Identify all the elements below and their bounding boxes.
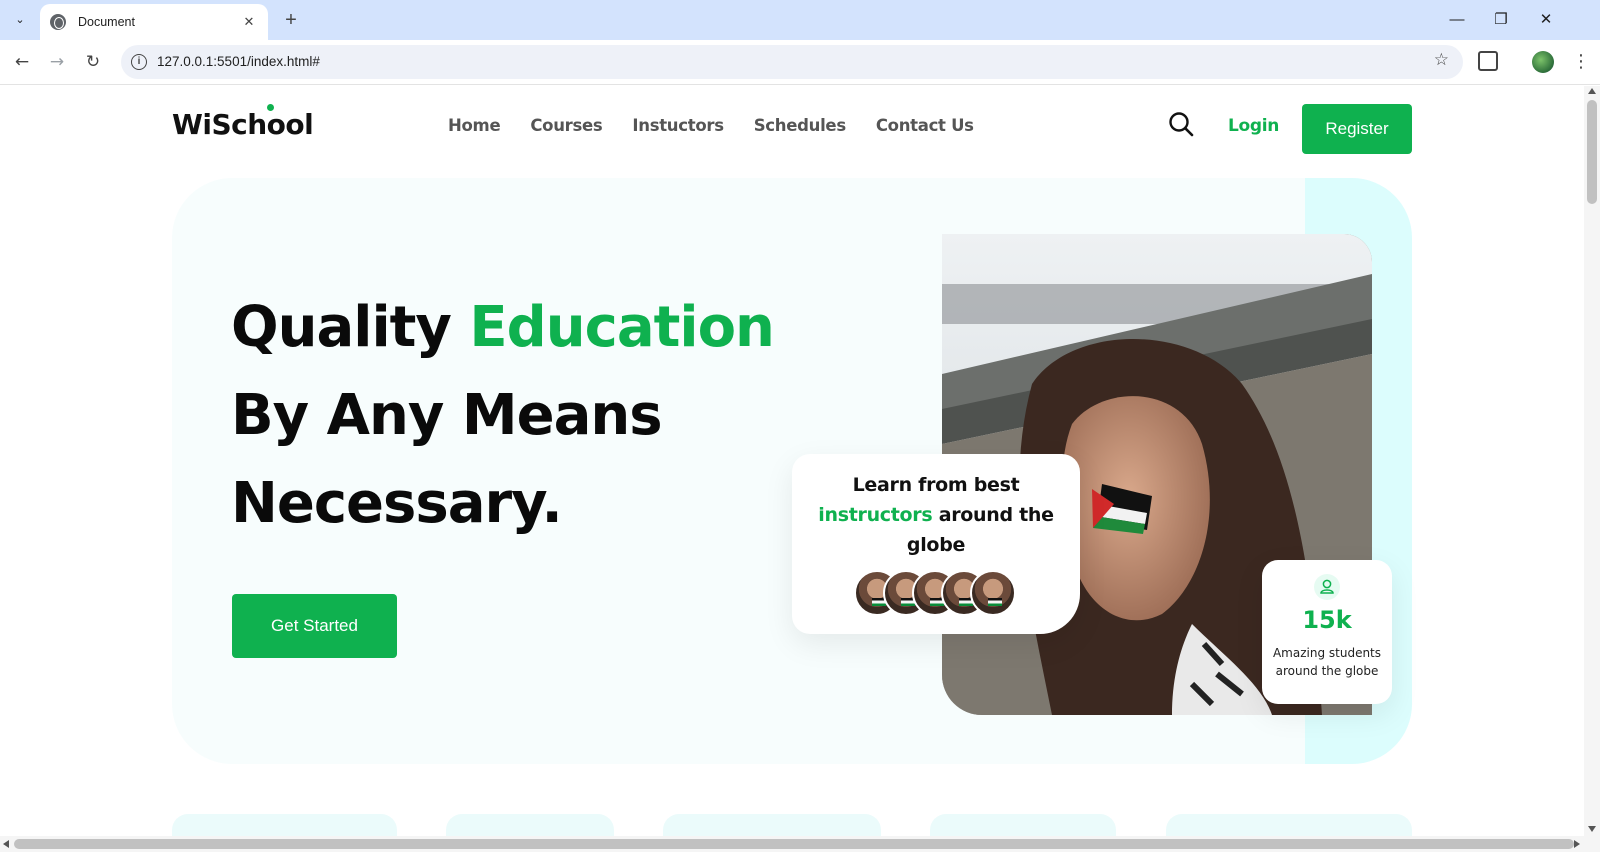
address-bar[interactable]: i 127.0.0.1:5501/index.html# ☆ xyxy=(121,45,1463,79)
browser-tab[interactable]: Document ✕ xyxy=(40,4,268,40)
get-started-button[interactable]: Get Started xyxy=(232,594,397,658)
instructors-card: Learn from best instructors around the g… xyxy=(792,454,1080,634)
globe-icon xyxy=(50,14,66,30)
headline-line3: Necessary. xyxy=(231,471,563,536)
nav-contact[interactable]: Contact Us xyxy=(876,116,974,135)
address-url[interactable]: 127.0.0.1:5501/index.html# xyxy=(157,54,320,69)
scroll-left-arrow-icon[interactable] xyxy=(3,840,9,848)
feature-tile xyxy=(446,814,614,836)
minimize-button[interactable]: — xyxy=(1442,8,1472,32)
headline-accent: Education xyxy=(469,295,774,360)
browser-toolbar: ← → ↻ i 127.0.0.1:5501/index.html# ☆ ⋮ xyxy=(0,40,1600,85)
scroll-right-arrow-icon[interactable] xyxy=(1574,840,1580,848)
extensions-icon[interactable] xyxy=(1478,51,1498,71)
browser-menu-icon[interactable]: ⋮ xyxy=(1572,50,1590,74)
horizontal-scrollbar[interactable] xyxy=(0,836,1600,852)
hero-headline: Quality Education By Any Means Necessary… xyxy=(231,284,775,548)
restore-button[interactable]: ❐ xyxy=(1486,8,1516,32)
feature-tile xyxy=(663,814,881,836)
scroll-down-arrow-icon[interactable] xyxy=(1588,826,1596,832)
feature-tile xyxy=(1166,814,1412,836)
site-logo[interactable]: WiSchool xyxy=(172,104,314,141)
tab-close-icon[interactable]: ✕ xyxy=(240,15,258,30)
horizontal-scroll-thumb[interactable] xyxy=(14,839,1574,849)
vertical-scrollbar[interactable] xyxy=(1584,86,1600,836)
students-label: Amazing students around the globe xyxy=(1272,646,1382,678)
instructors-card-line1: Learn from best xyxy=(852,474,1020,496)
headline-part1: Quality xyxy=(231,295,470,360)
tab-search-icon[interactable]: ⌄ xyxy=(8,7,32,31)
main-nav: Home Courses Instuctors Schedules Contac… xyxy=(448,116,1004,135)
forward-button[interactable]: → xyxy=(45,50,69,74)
login-link[interactable]: Login xyxy=(1228,116,1279,136)
students-count: 15k xyxy=(1302,606,1352,634)
reload-button[interactable]: ↻ xyxy=(81,50,105,74)
register-button[interactable]: Register xyxy=(1302,104,1412,154)
logo-text: WiSchool xyxy=(172,108,314,141)
user-icon xyxy=(1314,574,1340,600)
back-button[interactable]: ← xyxy=(10,50,34,74)
site-info-icon[interactable]: i xyxy=(131,54,147,70)
bookmark-star-icon[interactable]: ☆ xyxy=(1434,50,1449,70)
tab-title: Document xyxy=(78,15,135,29)
feature-tile xyxy=(930,814,1116,836)
logo-dot xyxy=(267,104,274,111)
nav-instructors[interactable]: Instuctors xyxy=(632,116,724,135)
window-close-button[interactable]: ✕ xyxy=(1531,8,1561,32)
page-viewport: WiSchool Home Courses Instuctors Schedul… xyxy=(0,86,1584,836)
instructors-card-text: Learn from best instructors around the g… xyxy=(812,470,1060,560)
nav-courses[interactable]: Courses xyxy=(530,116,602,135)
headline-line2: By Any Means xyxy=(231,383,663,448)
vertical-scroll-thumb[interactable] xyxy=(1587,100,1597,204)
instructors-card-accent: instructors xyxy=(818,504,933,526)
profile-avatar[interactable] xyxy=(1532,51,1554,73)
nav-home[interactable]: Home xyxy=(448,116,501,135)
feature-tile xyxy=(172,814,397,836)
scroll-up-arrow-icon[interactable] xyxy=(1588,88,1596,94)
browser-tabstrip: ⌄ Document ✕ + — ❐ ✕ xyxy=(0,0,1600,40)
nav-schedules[interactable]: Schedules xyxy=(754,116,846,135)
students-stats-card: 15k Amazing students around the globe xyxy=(1262,560,1392,704)
feature-tiles-peek xyxy=(0,814,1584,836)
avatar xyxy=(970,570,1016,616)
instructor-avatars xyxy=(854,570,1024,616)
new-tab-button[interactable]: + xyxy=(279,9,303,33)
search-icon[interactable] xyxy=(1168,111,1194,137)
